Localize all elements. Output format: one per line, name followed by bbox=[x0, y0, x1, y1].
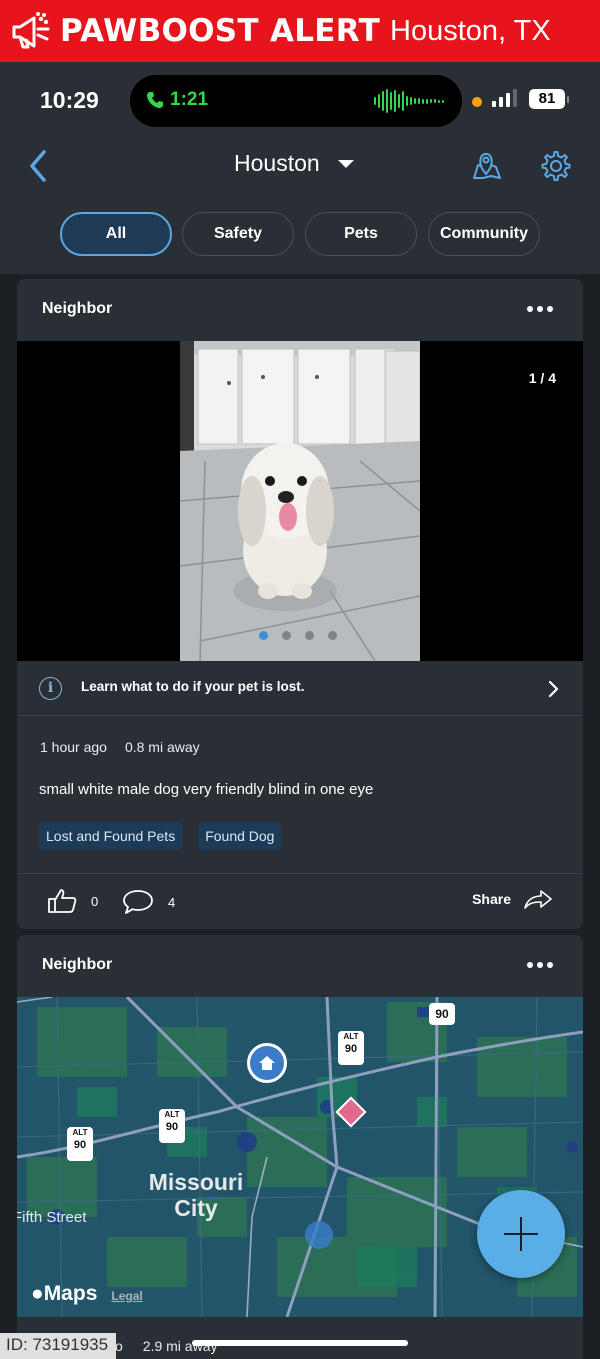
tab-pets[interactable]: Pets bbox=[305, 212, 417, 256]
post-description: small white male dog very friendly blind… bbox=[39, 781, 374, 798]
megaphone-paw-icon bbox=[12, 12, 50, 49]
call-duration: 1:21 bbox=[170, 89, 209, 110]
home-pin-icon[interactable] bbox=[247, 1043, 287, 1083]
legal-link[interactable]: Legal bbox=[111, 1289, 142, 1303]
filter-tabs: All Safety Pets Community bbox=[0, 212, 600, 256]
cellular-signal-icon bbox=[492, 89, 517, 107]
nav-bar: Houston bbox=[0, 138, 600, 194]
map-city-label: Missouri City bbox=[148, 1169, 244, 1221]
post-card: Neighbor bbox=[17, 279, 583, 929]
post-author: Neighbor bbox=[42, 956, 113, 973]
carousel-dot[interactable] bbox=[305, 631, 314, 640]
gear-icon[interactable] bbox=[540, 150, 572, 182]
phone-icon bbox=[147, 92, 163, 108]
map-pin-icon[interactable] bbox=[471, 150, 503, 182]
audio-waveform-icon bbox=[374, 89, 444, 113]
post-header: Neighbor bbox=[17, 279, 583, 341]
photo-carousel[interactable]: 1 / 4 bbox=[17, 341, 583, 661]
comment-count: 4 bbox=[168, 894, 176, 910]
share-arrow-icon bbox=[524, 890, 552, 909]
alt-label: ALT bbox=[343, 1032, 359, 1041]
more-options-icon[interactable] bbox=[527, 306, 553, 312]
caret-down-icon bbox=[337, 159, 354, 168]
apple-logo-icon: ● bbox=[31, 1282, 44, 1305]
apple-maps-attribution: ●Maps Legal bbox=[31, 1282, 143, 1306]
maps-brand: ●Maps bbox=[31, 1282, 98, 1305]
info-icon: i bbox=[39, 677, 62, 700]
back-chevron-icon[interactable] bbox=[26, 148, 52, 184]
create-post-button[interactable] bbox=[477, 1190, 565, 1278]
alt-label: ALT bbox=[164, 1110, 180, 1119]
share-button[interactable]: Share bbox=[472, 888, 553, 910]
route-shield-alt: ALT 90 bbox=[159, 1109, 185, 1143]
carousel-dots bbox=[259, 631, 337, 640]
home-indicator[interactable] bbox=[192, 1340, 408, 1346]
alert-city: Houston, TX bbox=[390, 14, 551, 47]
alt-label: ALT bbox=[72, 1128, 88, 1137]
call-indicator: 1:21 bbox=[146, 89, 208, 111]
tag-found-dog[interactable]: Found Dog bbox=[198, 822, 282, 850]
image-id-watermark: ID: 73191935 bbox=[0, 1333, 117, 1359]
route-shield: 90 bbox=[429, 1003, 455, 1025]
help-link-text: Learn what to do if your pet is lost. bbox=[81, 679, 305, 694]
post-tags: Lost and Found Pets Found Dog bbox=[39, 822, 282, 850]
tab-community[interactable]: Community bbox=[428, 212, 540, 256]
post-card: Neighbor bbox=[17, 935, 583, 1359]
route-number: 90 bbox=[73, 1139, 87, 1151]
carousel-dot[interactable] bbox=[259, 631, 268, 640]
pawboost-alert-banner: PAWBOOST ALERT Houston, TX bbox=[0, 0, 600, 62]
post-time: 1 hour ago bbox=[40, 739, 107, 755]
tab-all[interactable]: All bbox=[60, 212, 172, 256]
route-shield-alt: ALT 90 bbox=[67, 1127, 93, 1161]
thumbs-up-icon bbox=[48, 889, 77, 913]
route-number: 90 bbox=[165, 1121, 179, 1133]
post-header: Neighbor bbox=[17, 935, 583, 997]
comment-button[interactable]: 4 bbox=[122, 888, 175, 916]
route-shield-alt: ALT 90 bbox=[338, 1031, 364, 1065]
battery-icon: 81 bbox=[529, 89, 569, 109]
location-label: Houston bbox=[234, 150, 320, 176]
app-header: 10:29 1:21 81 Houston All Safety Pets Co… bbox=[0, 62, 600, 274]
post-author: Neighbor bbox=[42, 300, 113, 317]
share-label: Share bbox=[472, 891, 511, 907]
lost-pet-help-link[interactable]: i Learn what to do if your pet is lost. bbox=[17, 661, 583, 716]
like-button[interactable]: 0 bbox=[47, 888, 98, 914]
post-meta: 1 hour ago 0.8 mi away bbox=[40, 739, 200, 755]
post-distance: 0.8 mi away bbox=[124, 739, 200, 755]
alert-brand: PAWBOOST ALERT bbox=[60, 13, 381, 49]
user-location-dot bbox=[305, 1221, 333, 1249]
status-time: 10:29 bbox=[40, 87, 99, 113]
route-number: 90 bbox=[344, 1043, 358, 1055]
tag-lost-and-found-pets[interactable]: Lost and Found Pets bbox=[39, 822, 183, 850]
like-count: 0 bbox=[91, 893, 99, 909]
carousel-dot[interactable] bbox=[282, 631, 291, 640]
status-bar: 10:29 1:21 81 bbox=[0, 62, 600, 138]
recording-dot-icon bbox=[472, 97, 482, 107]
map-street-label: Fifth Street bbox=[17, 1209, 87, 1226]
comment-bubble-icon bbox=[123, 890, 153, 914]
more-options-icon[interactable] bbox=[527, 962, 553, 968]
dynamic-island[interactable]: 1:21 bbox=[130, 75, 462, 127]
tab-safety[interactable]: Safety bbox=[182, 212, 294, 256]
location-selector[interactable]: Houston bbox=[234, 150, 354, 177]
photo-counter: 1 / 4 bbox=[528, 370, 556, 386]
post-actions: 0 4 Share bbox=[17, 873, 583, 929]
dog-photo bbox=[180, 341, 420, 661]
post-time: o bbox=[115, 1338, 123, 1354]
carousel-dot[interactable] bbox=[328, 631, 337, 640]
chevron-right-icon bbox=[548, 680, 559, 698]
